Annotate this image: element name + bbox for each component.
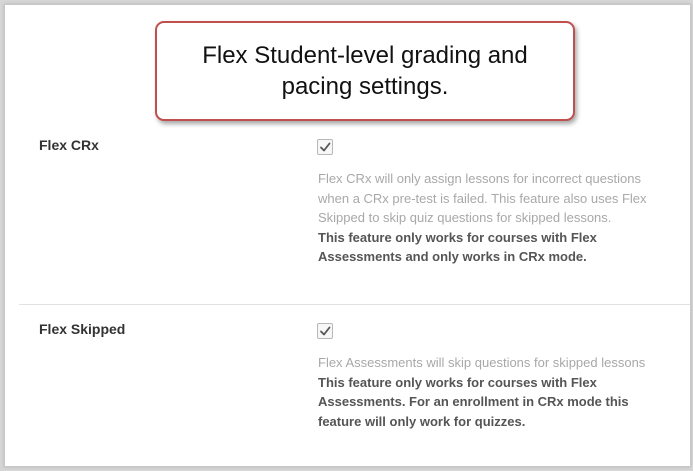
flex-skipped-description-text: Flex Assessments will skip questions for… [318,355,646,370]
setting-flex-crx: Flex CRx Flex CRx will only assign lesso… [5,115,690,305]
check-icon [320,142,331,152]
flex-crx-checkbox[interactable] [317,139,333,155]
callout-text: Flex Student-level grading and pacing se… [202,42,528,100]
setting-description-flex-crx: Flex CRx will only assign lessons for in… [318,169,648,267]
setting-label-flex-crx: Flex CRx [39,137,99,153]
flex-skipped-checkbox[interactable] [317,323,333,339]
section-divider [19,304,690,305]
setting-label-flex-skipped: Flex Skipped [39,321,126,337]
settings-panel: Flex Student-level grading and pacing se… [4,4,691,467]
flex-skipped-note: This feature only works for courses with… [318,374,629,429]
setting-flex-skipped: Flex Skipped Flex Assessments will skip … [5,307,690,466]
check-icon [320,326,331,336]
flex-crx-description-text: Flex CRx will only assign lessons for in… [318,171,647,225]
annotation-callout: Flex Student-level grading and pacing se… [155,21,575,121]
flex-crx-note: This feature only works for courses with… [318,229,597,265]
setting-description-flex-skipped: Flex Assessments will skip questions for… [318,353,648,431]
